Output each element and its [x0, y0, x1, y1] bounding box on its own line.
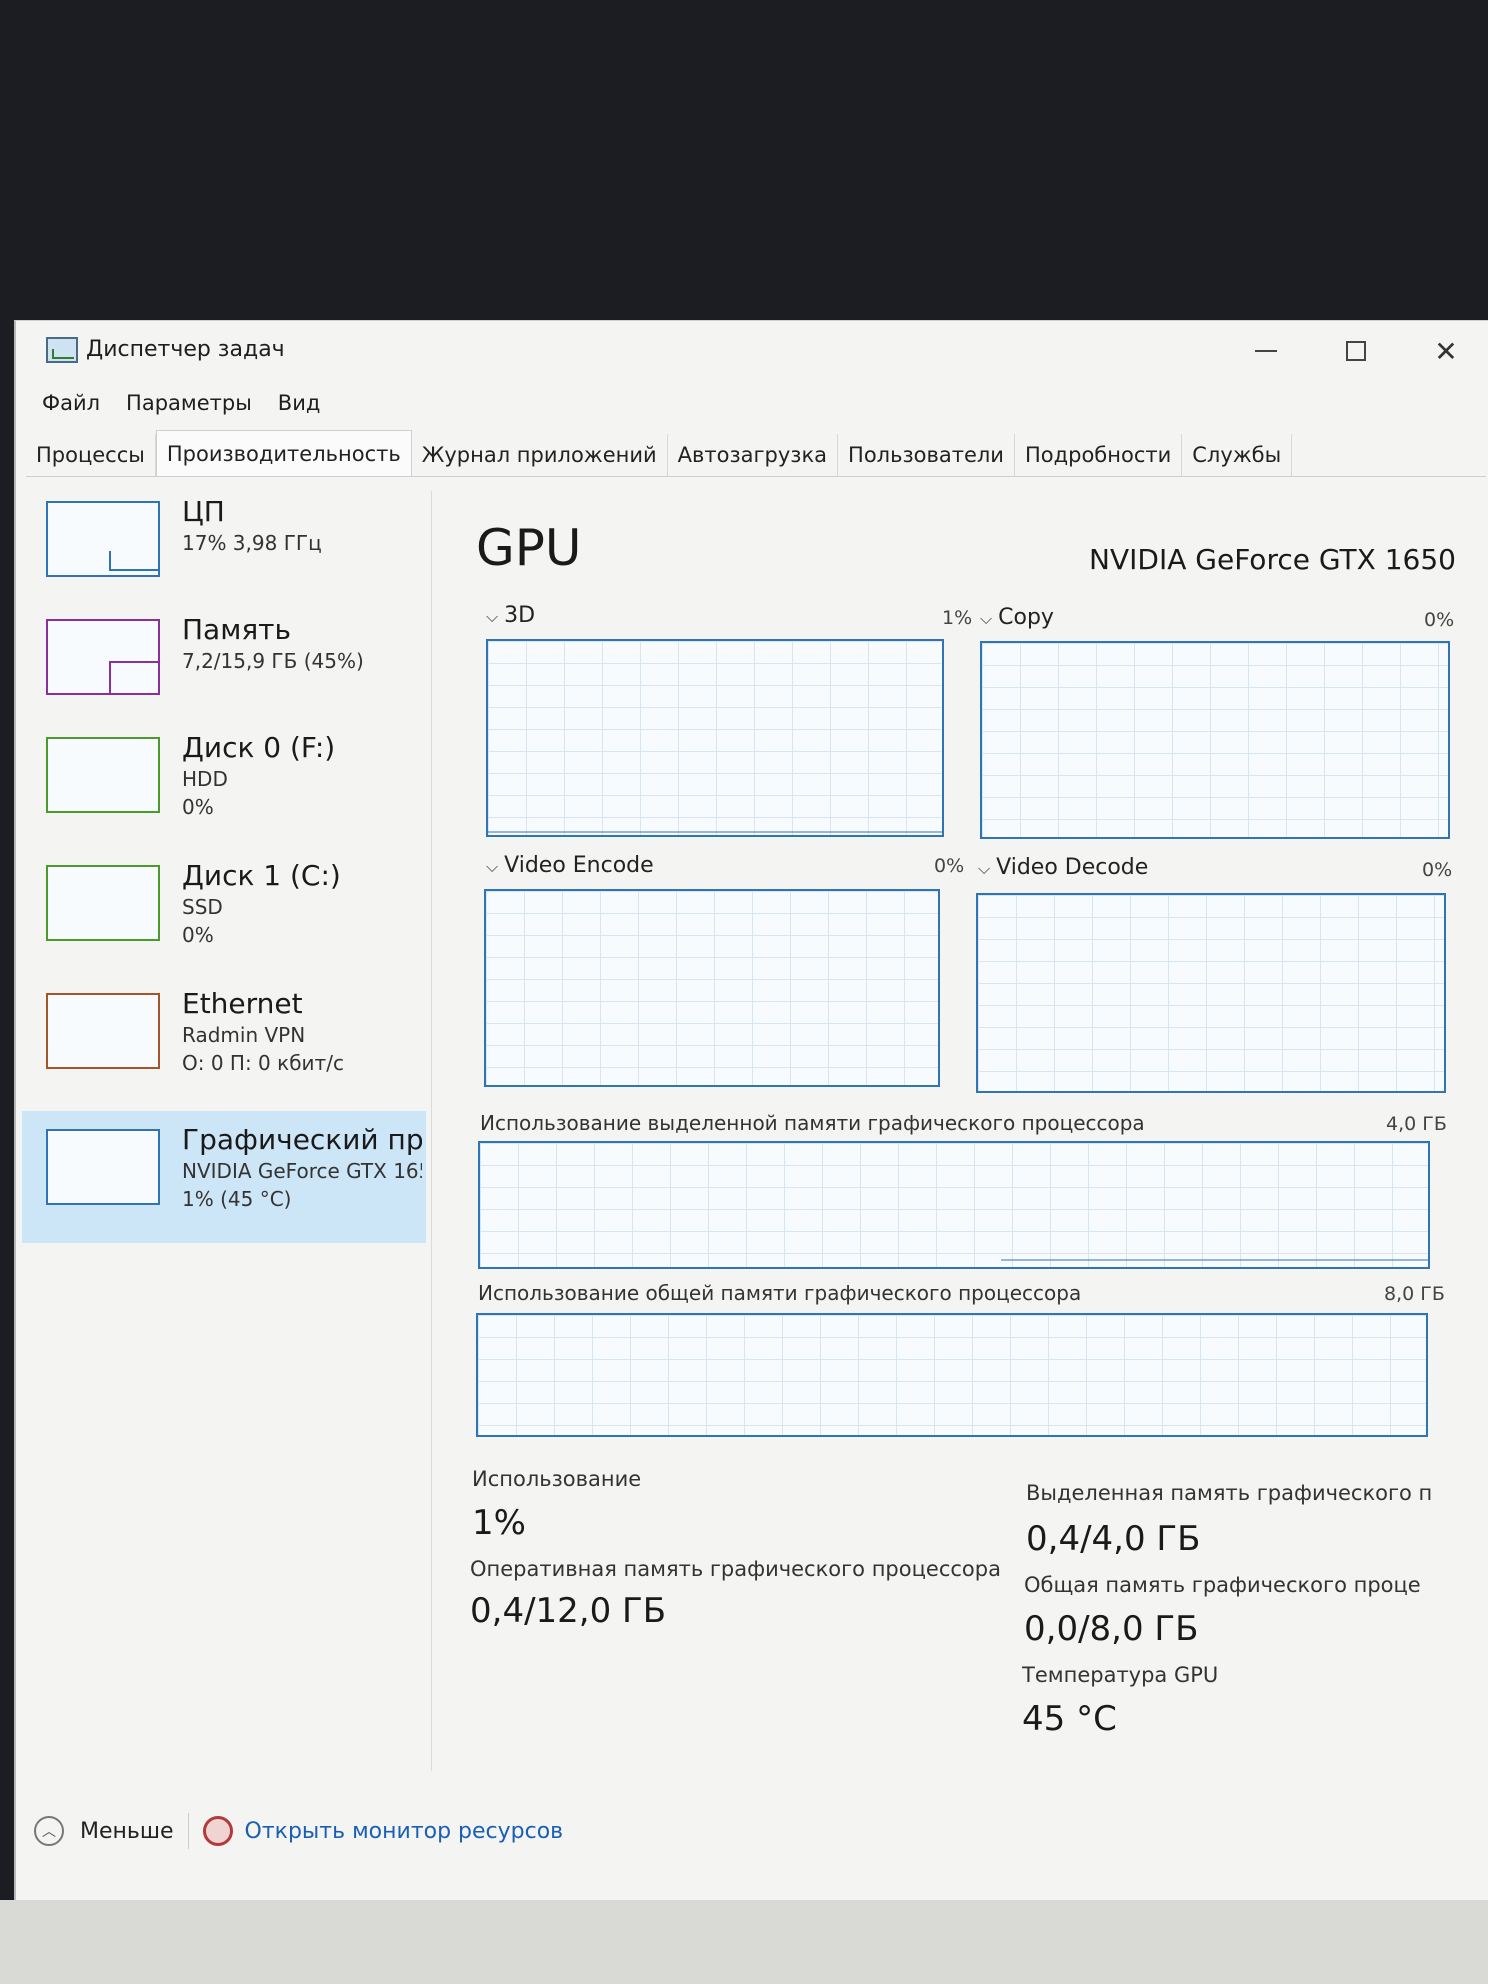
chevron-down-icon: ⌵: [486, 857, 499, 876]
sidebar-item-cpu[interactable]: ЦП 17% 3,98 ГГц: [22, 491, 426, 601]
sidebar-item-title: Графический про: [182, 1123, 422, 1156]
shared-memory-graph-label: Использование общей памяти графического …: [478, 1281, 1082, 1305]
sidebar-item-value: 1% (45 °C): [182, 1187, 292, 1211]
graph-video-encode-percent: 0%: [934, 855, 965, 877]
gpu-detail-panel: GPU NVIDIA GeForce GTX 1650 ⌵ 3D 1% ⌵ Copy…: [456, 491, 1476, 1771]
graph-3d-label: 3D: [504, 603, 536, 628]
tab-startup[interactable]: Автозагрузка: [668, 434, 839, 476]
maximize-icon: [1346, 341, 1366, 361]
chevron-up-icon[interactable]: ︿: [34, 1816, 64, 1846]
tab-bar: Процессы Производительность Журнал прило…: [26, 430, 1486, 477]
close-button[interactable]: ✕: [1416, 329, 1476, 373]
sidebar-item-value: 0%: [182, 923, 214, 947]
shared-memory-capacity: 8,0 ГБ: [1384, 1283, 1445, 1305]
gpu-ram-label: Оперативная память графического процессо…: [470, 1557, 1001, 1581]
gpu-thumbnail-graph: [46, 1129, 160, 1205]
graph-copy-label: Copy: [998, 605, 1054, 630]
footer-bar: ︿ Меньше Открыть монитор ресурсов: [16, 1801, 1488, 1861]
gpu-temperature-value: 45 °C: [1022, 1699, 1117, 1739]
graph-video-decode-selector[interactable]: ⌵ Video Decode: [978, 855, 1148, 880]
sidebar-item-gpu[interactable]: Графический про NVIDIA GeForce GTX 165 1…: [22, 1111, 426, 1243]
disk0-thumbnail-graph: [46, 737, 160, 813]
sidebar-item-title: Диск 1 (C:): [182, 859, 341, 892]
dedicated-memory-capacity: 4,0 ГБ: [1386, 1113, 1447, 1135]
gpu-ram-value: 0,4/12,0 ГБ: [470, 1591, 667, 1631]
resource-monitor-icon[interactable]: [202, 1816, 233, 1846]
memory-thumbnail-graph: [46, 619, 160, 695]
ethernet-thumbnail-graph: [46, 993, 160, 1069]
minimize-button[interactable]: [1236, 329, 1296, 373]
maximize-button[interactable]: [1326, 329, 1386, 373]
graph-video-decode-percent: 0%: [1422, 859, 1453, 881]
desk-surface: [0, 1900, 1488, 1984]
page-title: GPU: [476, 519, 582, 577]
tab-performance[interactable]: Производительность: [155, 430, 412, 476]
sidebar-item-detail: SSD: [182, 895, 223, 919]
fewer-details-button[interactable]: Меньше: [80, 1819, 174, 1844]
sidebar-item-value: 0%: [182, 795, 214, 819]
gpu-temperature-label: Температура GPU: [1022, 1663, 1219, 1687]
graph-video-encode: [484, 889, 940, 1087]
sidebar-item-detail: Radmin VPN: [182, 1023, 306, 1047]
chevron-down-icon: ⌵: [978, 859, 991, 878]
graph-video-decode-label: Video Decode: [996, 855, 1149, 880]
tab-app-history[interactable]: Журнал приложений: [412, 434, 668, 476]
close-icon: ✕: [1434, 334, 1458, 368]
menu-view[interactable]: Вид: [278, 391, 321, 415]
task-manager-window: Диспетчер задач ✕ Файл Параметры Вид Про…: [14, 320, 1488, 1900]
usage-label: Использование: [472, 1467, 642, 1491]
task-manager-icon: [46, 337, 78, 363]
graph-3d: [486, 639, 944, 837]
chevron-down-icon: ⌵: [980, 609, 993, 628]
sidebar-item-value: О: 0 П: 0 кбит/с: [182, 1051, 344, 1075]
window-title: Диспетчер задач: [86, 337, 285, 362]
dedicated-memory-graph: [478, 1141, 1430, 1269]
cpu-thumbnail-graph: [46, 501, 160, 577]
sidebar-item-disk1[interactable]: Диск 1 (C:) SSD 0%: [22, 855, 426, 965]
graph-3d-percent: 1%: [942, 607, 973, 629]
sidebar-item-disk0[interactable]: Диск 0 (F:) HDD 0%: [22, 727, 426, 837]
sidebar-item-title: ЦП: [182, 495, 225, 528]
graph-video-encode-label: Video Encode: [504, 853, 654, 878]
dedicated-memory-value: 0,4/4,0 ГБ: [1026, 1519, 1201, 1559]
tab-users[interactable]: Пользователи: [838, 434, 1015, 476]
menu-bar: Файл Параметры Вид: [16, 381, 1488, 425]
dedicated-memory-label: Выделенная память графического п: [1026, 1481, 1433, 1505]
sidebar-item-title: Ethernet: [182, 987, 303, 1020]
sidebar-item-detail: NVIDIA GeForce GTX 165: [182, 1159, 422, 1183]
disk1-thumbnail-graph: [46, 865, 160, 941]
tab-details[interactable]: Подробности: [1015, 434, 1183, 476]
sidebar-item-detail: 7,2/15,9 ГБ (45%): [182, 649, 364, 673]
menu-file[interactable]: Файл: [42, 391, 100, 415]
footer-divider: [187, 1813, 189, 1849]
graph-video-encode-selector[interactable]: ⌵ Video Encode: [486, 853, 654, 878]
shared-memory-value: 0,0/8,0 ГБ: [1024, 1609, 1199, 1649]
shared-memory-graph: [476, 1313, 1428, 1437]
sidebar-item-title: Память: [182, 613, 291, 646]
title-bar: Диспетчер задач ✕: [16, 321, 1488, 381]
chevron-down-icon: ⌵: [486, 607, 499, 626]
open-resource-monitor-link[interactable]: Открыть монитор ресурсов: [245, 1819, 564, 1844]
menu-options[interactable]: Параметры: [126, 391, 252, 415]
usage-value: 1%: [472, 1503, 526, 1543]
tab-services[interactable]: Службы: [1182, 434, 1293, 476]
sidebar-item-memory[interactable]: Память 7,2/15,9 ГБ (45%): [22, 609, 426, 719]
graph-copy-selector[interactable]: ⌵ Copy: [980, 605, 1054, 630]
gpu-model-name: NVIDIA GeForce GTX 1650: [1089, 543, 1456, 576]
minimize-icon: [1255, 350, 1277, 352]
sidebar-item-title: Диск 0 (F:): [182, 731, 336, 764]
performance-sidebar: ЦП 17% 3,98 ГГц Память 7,2/15,9 ГБ (45%)…: [22, 491, 432, 1771]
shared-memory-label: Общая память графического проце: [1024, 1573, 1421, 1597]
sidebar-item-ethernet[interactable]: Ethernet Radmin VPN О: 0 П: 0 кбит/с: [22, 983, 426, 1093]
sidebar-item-detail: HDD: [182, 767, 228, 791]
dedicated-memory-graph-label: Использование выделенной памяти графичес…: [480, 1111, 1145, 1135]
graph-copy-percent: 0%: [1424, 609, 1455, 631]
sidebar-item-detail: 17% 3,98 ГГц: [182, 531, 322, 555]
graph-copy: [980, 641, 1450, 839]
graph-video-decode: [976, 893, 1446, 1093]
graph-3d-selector[interactable]: ⌵ 3D: [486, 603, 535, 628]
tab-processes[interactable]: Процессы: [26, 434, 156, 476]
